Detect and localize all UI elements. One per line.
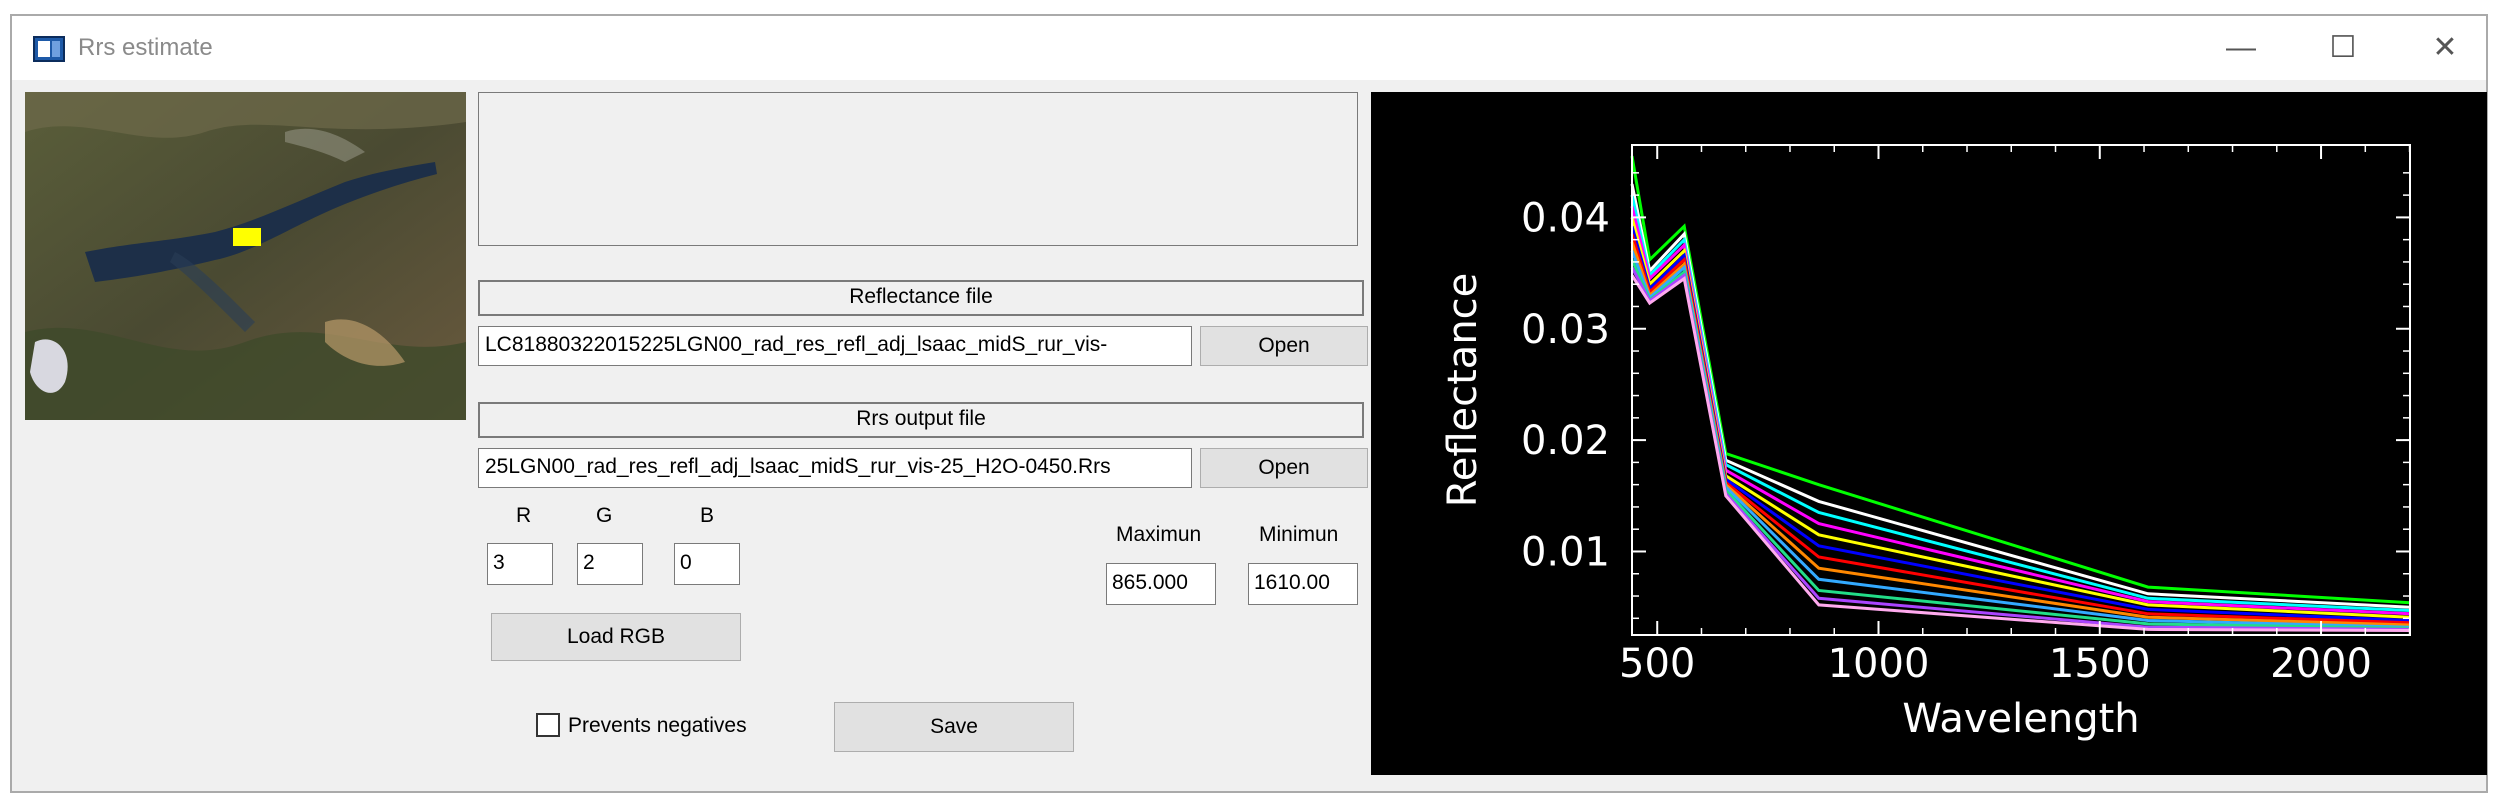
rgb-preview-image[interactable] <box>25 92 466 420</box>
x-tick-label: 1500 <box>2049 641 2151 687</box>
y-tick-label: 0.04 <box>1521 195 1610 241</box>
save-button[interactable]: Save <box>834 702 1074 752</box>
prevent-negatives-label: Prevents negatives <box>568 714 747 737</box>
x-axis-label: Wavelength <box>1902 696 2139 742</box>
g-band-input[interactable]: 2 <box>577 543 643 585</box>
y-tick-label: 0.03 <box>1521 307 1610 353</box>
rrs-output-file-field[interactable]: 25LGN00_rad_res_refl_adj_lsaac_midS_rur_… <box>478 448 1192 488</box>
series-line <box>1630 155 2411 605</box>
rrs-output-open-button[interactable]: Open <box>1200 448 1368 488</box>
reflectance-file-header: Reflectance file <box>478 280 1364 316</box>
app-window: Rrs estimate — ☐ ✕ Reflectance file LC81… <box>10 14 2488 793</box>
r-band-input[interactable]: 3 <box>487 543 553 585</box>
maximize-button[interactable]: ☐ <box>2294 24 2392 72</box>
x-tick-label: 1000 <box>1828 641 1930 687</box>
series-line <box>1630 205 2411 616</box>
window-title: Rrs estimate <box>78 34 213 61</box>
r-band-label: R <box>516 504 532 527</box>
minimize-button[interactable]: — <box>2192 24 2290 72</box>
reflectance-chart: 500 1000 1500 2000 0.01 0.02 0.03 0.04 Waveleng… <box>1371 92 2487 775</box>
info-panel <box>478 92 1358 246</box>
reflectance-file-field[interactable]: LC81880322015225LGN00_rad_res_refl_adj_l… <box>478 326 1192 366</box>
b-band-label: B <box>700 504 715 527</box>
series-line <box>1630 266 2411 631</box>
plot-frame <box>1631 144 2411 636</box>
series-line <box>1630 241 2411 627</box>
y-tick-label: 0.01 <box>1521 529 1610 575</box>
g-band-label: G <box>596 504 613 527</box>
prevent-negatives-checkbox[interactable] <box>536 713 560 737</box>
minimum-input[interactable]: 1610.00 <box>1248 563 1358 605</box>
b-band-input[interactable]: 0 <box>674 543 740 585</box>
minimum-label: Minimun <box>1259 523 1339 546</box>
selection-marker <box>233 228 261 246</box>
series-line <box>1630 225 2411 622</box>
series-line <box>1630 183 2411 609</box>
reflectance-open-button[interactable]: Open <box>1200 326 1368 366</box>
rrs-output-file-header: Rrs output file <box>478 402 1364 438</box>
maximum-input[interactable]: 865.000 <box>1106 563 1216 605</box>
title-bar[interactable]: Rrs estimate — ☐ ✕ <box>12 16 2486 80</box>
x-tick-label: 500 <box>1619 641 1695 687</box>
y-axis-label: Reflectance <box>1440 273 1486 508</box>
y-tick-label: 0.02 <box>1521 418 1610 464</box>
x-tick-label: 2000 <box>2270 641 2372 687</box>
load-rgb-button[interactable]: Load RGB <box>491 613 741 661</box>
close-button[interactable]: ✕ <box>2396 24 2494 72</box>
maximum-label: Maximun <box>1116 523 1202 546</box>
app-icon <box>33 36 65 62</box>
